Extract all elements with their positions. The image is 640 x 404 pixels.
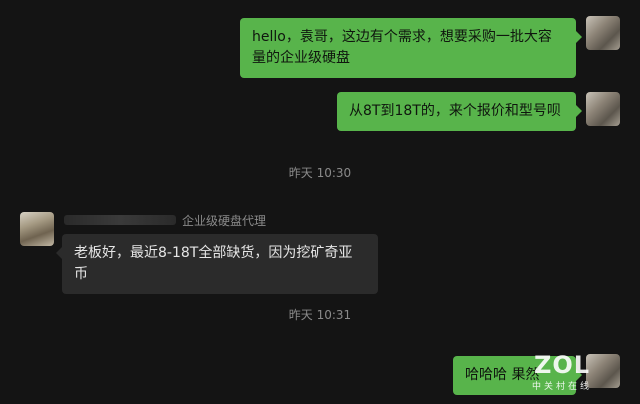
chat-window: hello，袁哥，这边有个需求，想要采购一批大容量的企业级硬盘 从8T到18T的… (0, 0, 640, 404)
my-avatar[interactable] (586, 92, 620, 126)
sender-name: 企业级硬盘代理 (64, 212, 266, 228)
contact-avatar[interactable] (20, 212, 54, 246)
message-text: 老板好，最近8-18T全部缺货，因为挖矿奇亚币 (74, 245, 353, 282)
blurred-name (64, 215, 176, 225)
message-timestamp: 昨天 10:30 (288, 166, 352, 180)
watermark-subtitle: 中关村在线 (531, 382, 592, 392)
message-text: 从8T到18T的，来个报价和型号呗 (349, 103, 561, 119)
my-avatar[interactable] (586, 16, 620, 50)
contact-message-bubble[interactable]: 老板好，最近8-18T全部缺货，因为挖矿奇亚币 (56, 234, 378, 294)
my-message-bubble[interactable]: 从8T到18T的，来个报价和型号呗 (337, 92, 582, 131)
sender-tag: 企业级硬盘代理 (182, 213, 267, 228)
zol-watermark: ZOL 中关村在线 (522, 353, 602, 392)
watermark-logo: ZOL (533, 351, 591, 379)
message-timestamp: 昨天 10:31 (288, 308, 352, 322)
my-message-bubble[interactable]: hello，袁哥，这边有个需求，想要采购一批大容量的企业级硬盘 (240, 18, 582, 78)
message-text: hello，袁哥，这边有个需求，想要采购一批大容量的企业级硬盘 (252, 29, 552, 66)
